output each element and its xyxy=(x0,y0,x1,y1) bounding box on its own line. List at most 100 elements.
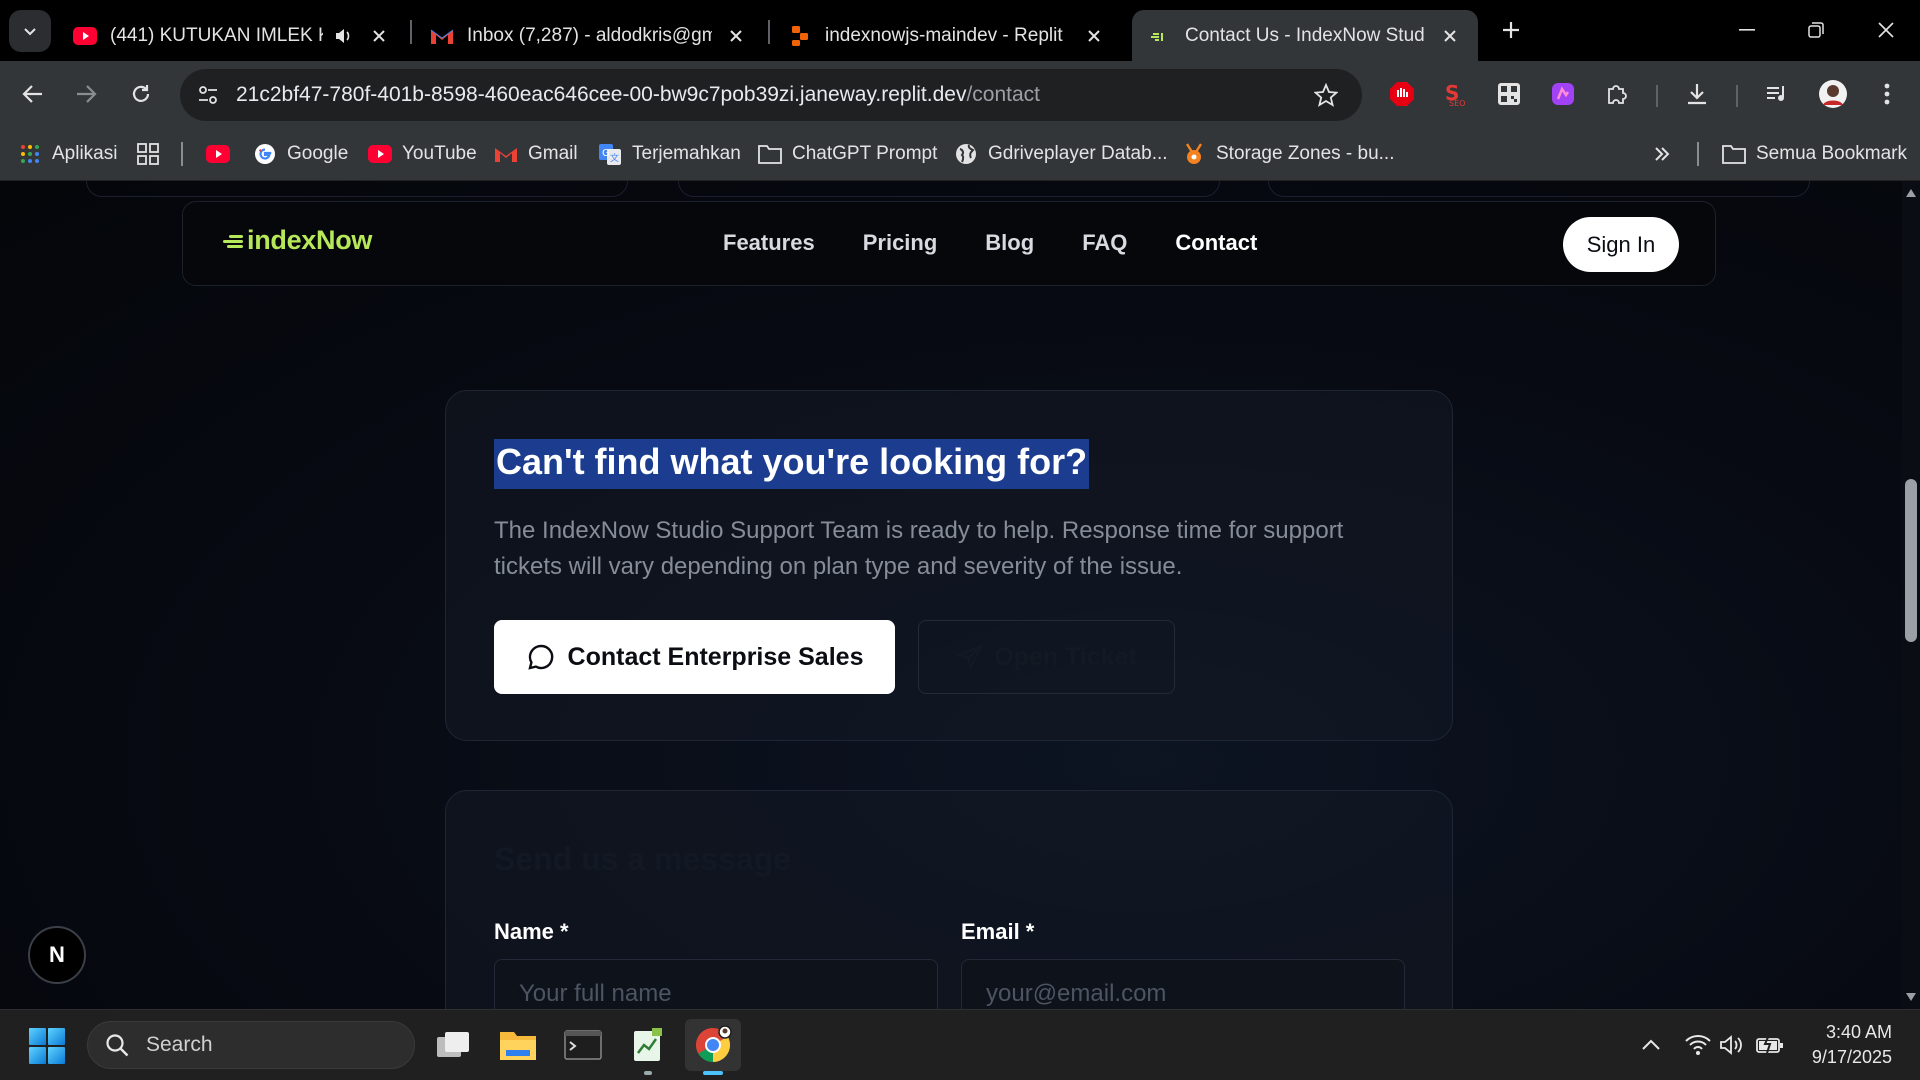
terminal-icon xyxy=(564,1030,602,1060)
file-explorer-app[interactable] xyxy=(490,1019,546,1071)
contact-enterprise-sales-label: Contact Enterprise Sales xyxy=(567,642,864,671)
indexnow-favicon xyxy=(1148,24,1172,48)
notepad-app[interactable] xyxy=(620,1019,676,1075)
scroll-down-arrow-icon[interactable] xyxy=(1905,991,1917,1003)
purple-extension-icon[interactable] xyxy=(1544,75,1582,113)
tab-youtube[interactable]: (441) KUTUKAN IMLEK KELU xyxy=(57,10,407,61)
notepad-chart-icon xyxy=(634,1028,662,1061)
task-view-icon xyxy=(437,1032,469,1057)
windows-start-button[interactable] xyxy=(28,1027,66,1065)
bookmarks-bar: Aplikasi Google YouTube Gmail G文 Terjema… xyxy=(0,128,1920,181)
tab-gmail[interactable]: Inbox (7,287) - aldodkris@gmai xyxy=(414,10,764,61)
email-label: Email * xyxy=(961,919,1035,944)
bookmark-star-icon[interactable] xyxy=(1308,77,1344,113)
more-bookmarks-button[interactable] xyxy=(1650,139,1684,169)
task-view-button[interactable] xyxy=(425,1019,481,1071)
chrome-app[interactable] xyxy=(685,1019,741,1075)
bookmark-youtube[interactable]: YouTube xyxy=(368,139,477,169)
bookmark-youtube-icon-only[interactable] xyxy=(206,139,240,169)
scrolled-cards-edge xyxy=(0,181,1902,199)
url-path: /contact xyxy=(966,83,1041,106)
close-tab-icon[interactable] xyxy=(724,24,748,48)
bookmark-translate[interactable]: G文 Terjemahkan xyxy=(598,139,741,169)
nav-contact[interactable]: Contact xyxy=(1175,230,1257,256)
toolbar-divider xyxy=(1656,85,1658,107)
nextjs-dev-badge[interactable]: N xyxy=(28,926,86,984)
nav-faq[interactable]: FAQ xyxy=(1082,230,1127,256)
scrollbar-thumb[interactable] xyxy=(1905,479,1917,642)
browser-menu-icon[interactable] xyxy=(1868,75,1906,113)
new-tab-button[interactable] xyxy=(1494,13,1528,47)
site-info-icon[interactable] xyxy=(188,75,228,115)
close-tab-icon[interactable] xyxy=(1438,24,1462,48)
close-window-button[interactable] xyxy=(1852,0,1920,60)
address-bar[interactable]: 21c2bf47-780f-401b-8598-460eac646cee-00-… xyxy=(180,69,1362,121)
name-input[interactable] xyxy=(494,959,938,1009)
site-logo[interactable]: indexNow xyxy=(223,225,372,256)
forward-button[interactable] xyxy=(66,74,106,114)
sign-in-button[interactable]: Sign In xyxy=(1563,217,1679,272)
bookmark-storage-zones[interactable]: Storage Zones - bu... xyxy=(1182,139,1395,169)
running-indicator xyxy=(644,1071,652,1075)
reload-button[interactable] xyxy=(121,74,161,114)
minimize-icon xyxy=(1739,29,1755,31)
taskbar-search[interactable]: Search xyxy=(87,1021,415,1069)
bookmark-grid[interactable] xyxy=(136,139,170,169)
message-form-title: Send us a message xyxy=(494,841,792,877)
bookmark-label: Gmail xyxy=(528,143,578,164)
seo-extension-icon[interactable]: S SEO xyxy=(1436,75,1474,113)
tab-separator xyxy=(410,20,412,44)
bookmark-gdriveplayer[interactable]: Gdriveplayer Datab... xyxy=(954,139,1168,169)
volume-button[interactable] xyxy=(1717,1030,1747,1060)
scroll-up-arrow-icon[interactable] xyxy=(1905,187,1917,199)
speaker-icon[interactable] xyxy=(331,24,355,48)
message-form-card: Send us a message Name * Email * xyxy=(445,790,1453,1009)
battery-button[interactable] xyxy=(1755,1030,1785,1060)
open-ticket-button[interactable]: Open Ticket xyxy=(918,620,1175,694)
chevron-down-icon xyxy=(24,28,36,36)
extensions-puzzle-icon[interactable] xyxy=(1598,75,1636,113)
partial-card xyxy=(86,181,628,197)
terminal-app[interactable] xyxy=(555,1019,611,1071)
nav-features[interactable]: Features xyxy=(723,230,815,256)
close-tab-icon[interactable] xyxy=(367,24,391,48)
restore-button[interactable] xyxy=(1782,0,1850,60)
active-indicator xyxy=(703,1071,723,1075)
page-scrollbar[interactable] xyxy=(1902,181,1920,1009)
adblock-extension-icon[interactable] xyxy=(1383,75,1421,113)
wifi-icon xyxy=(1685,1035,1711,1055)
clock-time: 3:40 AM xyxy=(1825,1022,1892,1042)
reload-icon xyxy=(132,85,150,102)
google-icon xyxy=(253,142,277,166)
tab-search-button[interactable] xyxy=(9,10,51,52)
show-hidden-icons-button[interactable] xyxy=(1636,1030,1666,1060)
gmail-icon xyxy=(494,142,518,166)
wifi-button[interactable] xyxy=(1683,1030,1713,1060)
nav-blog[interactable]: Blog xyxy=(985,230,1034,256)
tab-replit[interactable]: indexnowjs-maindev - Replit xyxy=(772,10,1122,61)
taskbar-clock[interactable]: 3:40 AM 9/17/2025 xyxy=(1812,1020,1892,1070)
media-control-icon[interactable] xyxy=(1758,75,1796,113)
url-text[interactable]: 21c2bf47-780f-401b-8598-460eac646cee-00-… xyxy=(236,83,1040,107)
bookmark-google[interactable]: Google xyxy=(253,139,348,169)
youtube-icon xyxy=(73,24,97,48)
nav-pricing[interactable]: Pricing xyxy=(863,230,938,256)
contact-enterprise-sales-button[interactable]: Contact Enterprise Sales xyxy=(494,620,895,694)
bookmark-gmail[interactable]: Gmail xyxy=(494,139,578,169)
arrow-left-icon xyxy=(22,85,42,103)
replit-icon xyxy=(788,24,812,48)
downloads-icon[interactable] xyxy=(1678,75,1716,113)
support-description: The IndexNow Studio Support Team is read… xyxy=(494,517,1344,580)
bookmark-apps[interactable]: Aplikasi xyxy=(18,139,117,169)
close-tab-icon[interactable] xyxy=(1082,24,1106,48)
tab-contact-active[interactable]: Contact Us - IndexNow Studio xyxy=(1132,10,1478,61)
back-button[interactable] xyxy=(13,74,53,114)
email-input[interactable] xyxy=(961,959,1405,1009)
support-heading: Can't find what you're looking for? xyxy=(494,439,1090,489)
bookmark-chatgpt-folder[interactable]: ChatGPT Prompt xyxy=(758,139,937,169)
qr-extension-icon[interactable] xyxy=(1490,75,1528,113)
minimize-button[interactable] xyxy=(1713,0,1781,60)
profile-avatar[interactable] xyxy=(1814,75,1852,113)
windows-taskbar: Search 3:40 AM 9/17/2025 xyxy=(0,1009,1920,1080)
all-bookmarks-folder[interactable]: Semua Bookmark xyxy=(1722,139,1907,169)
